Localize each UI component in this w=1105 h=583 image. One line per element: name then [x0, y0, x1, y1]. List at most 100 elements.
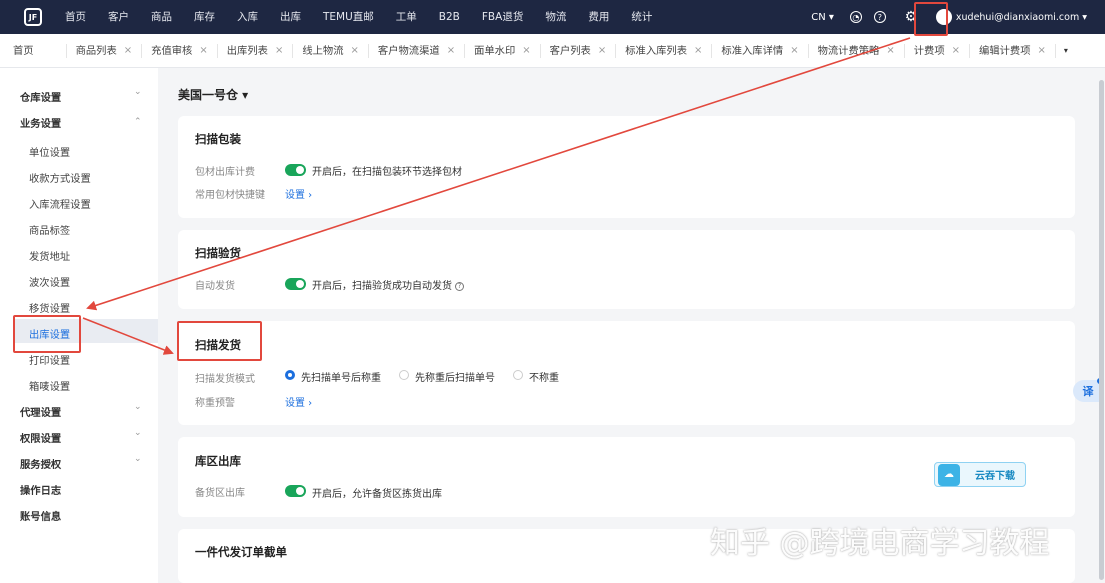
tab-label: 充值审核 [151, 44, 193, 57]
help-icon[interactable]: ? [873, 11, 886, 23]
sidebar-item-print[interactable]: 打印设置 [29, 352, 70, 367]
nav-item-fba-return[interactable]: FBA退货 [471, 0, 534, 34]
tab-customer-channels[interactable]: 客户物流渠道 × [369, 43, 466, 58]
close-icon[interactable]: × [598, 44, 606, 58]
logo-mark: JF [24, 8, 42, 26]
packing-billing-toggle[interactable] [285, 164, 306, 176]
page-scrollbar[interactable] [1099, 80, 1104, 580]
tab-label: 出库列表 [226, 44, 268, 57]
nav-item-outbound[interactable]: 出库 [269, 0, 312, 34]
radio-no-weigh[interactable] [513, 370, 523, 380]
close-icon[interactable]: × [351, 44, 359, 58]
nav-item-ticket[interactable]: 工单 [385, 0, 428, 34]
tab-label: 商品列表 [75, 44, 117, 57]
sidebar-group-business[interactable]: 业务设置 [20, 115, 61, 130]
tab-home[interactable]: 首页 [4, 43, 67, 58]
radio-scan-then-weigh[interactable] [285, 370, 295, 380]
sidebar-group-warehouse[interactable]: 仓库设置 [20, 89, 61, 104]
tab-outbound-list[interactable]: 出库列表 × [218, 43, 294, 58]
nav-item-home[interactable]: 首页 [54, 0, 97, 34]
tab-customer-list[interactable]: 客户列表 × [541, 43, 617, 58]
auto-ship-toggle[interactable] [285, 278, 306, 290]
close-icon[interactable]: × [886, 44, 894, 58]
nav-item-stats[interactable]: 统计 [620, 0, 663, 34]
user-menu[interactable]: xudehui@dianxiaomi.com ▾ [935, 9, 1087, 25]
nav-right: CN ▾ ◔ ? ⚙ xudehui@dianxiaomi.com ▾ [811, 0, 1105, 34]
tab-label: 面单水印 [474, 44, 516, 57]
logo[interactable]: JF [16, 0, 50, 34]
tab-fee-items[interactable]: 计费项 × [905, 43, 971, 58]
sidebar-item-payment-methods[interactable]: 收款方式设置 [29, 170, 91, 185]
sidebar-group-agent[interactable]: 代理设置 [20, 404, 61, 419]
nav-menu: 首页 客户 商品 库存 入库 出库 TEMU直邮 工单 B2B FBA退货 物流… [54, 0, 663, 34]
warehouse-select[interactable]: 美国一号仓 ▾ [178, 86, 248, 103]
chevron-down-icon[interactable]: ⌄ [134, 454, 142, 464]
close-icon[interactable]: × [1038, 44, 1046, 58]
tab-product-list[interactable]: 商品列表 × [67, 43, 143, 58]
nav-item-b2b[interactable]: B2B [428, 0, 471, 34]
nav-item-inbound[interactable]: 入库 [226, 0, 269, 34]
nav-item-product[interactable]: 商品 [140, 0, 183, 34]
tab-label: 首页 [13, 44, 34, 57]
chevron-down-icon[interactable]: ⌄ [134, 87, 142, 97]
nav-item-inventory[interactable]: 库存 [183, 0, 226, 34]
tab-logistics-pricing[interactable]: 物流计费策略 × [809, 43, 905, 58]
sidebar-group-log[interactable]: 操作日志 [20, 482, 61, 497]
tab-label: 客户列表 [549, 44, 591, 57]
radio-label: 先称重后扫描单号 [415, 373, 495, 384]
nav-item-fees[interactable]: 费用 [577, 0, 620, 34]
setting-description: 开启后，在扫描包装环节选择包材 [312, 167, 462, 178]
cloud-icon: ☁ [938, 463, 960, 486]
close-icon[interactable]: × [447, 44, 455, 58]
chevron-down-icon[interactable]: ⌄ [134, 428, 142, 438]
sidebar-group-account[interactable]: 账号信息 [20, 508, 61, 523]
sidebar-item-inbound-flow[interactable]: 入库流程设置 [29, 196, 91, 211]
sidebar-item-transfer[interactable]: 移货设置 [29, 300, 70, 315]
tab-online-logistics[interactable]: 线上物流 × [293, 43, 369, 58]
tab-label: 线上物流 [302, 44, 344, 57]
sidebar-item-units[interactable]: 单位设置 [29, 144, 70, 159]
tab-std-inbound-list[interactable]: 标准入库列表 × [616, 43, 713, 58]
stock-zone-outbound-toggle[interactable] [285, 485, 306, 497]
nav-item-customer[interactable]: 客户 [97, 0, 140, 34]
sidebar-item-wave[interactable]: 波次设置 [29, 274, 70, 289]
chevron-up-icon[interactable]: ⌃ [134, 117, 142, 127]
tab-label-watermark[interactable]: 面单水印 × [465, 43, 541, 58]
packing-shortcut-settings-link[interactable]: 设置 › [285, 186, 312, 201]
radio-weigh-then-scan[interactable] [399, 370, 409, 380]
card-title: 一件代发订单截单 [195, 545, 287, 559]
close-icon[interactable]: × [275, 44, 283, 58]
nav-item-temu[interactable]: TEMU直邮 [312, 0, 385, 34]
chevron-down-icon[interactable]: ⌄ [134, 402, 142, 412]
close-icon[interactable]: × [522, 44, 530, 58]
card-scan-ship: 扫描发货 扫描发货模式 先扫描单号后称重 先称重后扫描单号 不称重 称重预警 设… [178, 321, 1075, 425]
close-icon[interactable]: × [790, 44, 798, 58]
sidebar-item-ship-address[interactable]: 发货地址 [29, 248, 70, 263]
sidebar-item-carton-mark[interactable]: 箱唛设置 [29, 378, 70, 393]
language-select[interactable]: CN ▾ [811, 12, 834, 23]
tab-label: 物流计费策略 [817, 44, 880, 57]
close-icon[interactable]: × [694, 44, 702, 58]
tab-std-inbound-detail[interactable]: 标准入库详情 × [712, 43, 809, 58]
sidebar-group-permission[interactable]: 权限设置 [20, 430, 61, 445]
tabs-more-icon[interactable]: ▾ [1064, 46, 1068, 55]
close-icon[interactable]: × [952, 44, 960, 58]
sidebar-item-product-labels[interactable]: 商品标签 [29, 222, 70, 237]
help-icon[interactable]: ? [455, 281, 464, 291]
close-icon[interactable]: × [124, 44, 132, 58]
clock-icon[interactable]: ◔ [849, 11, 862, 23]
card-title: 库区出库 [195, 454, 241, 468]
setting-description: 开启后，扫描验货成功自动发货? [312, 277, 464, 292]
weight-warning-settings-link[interactable]: 设置 › [285, 394, 312, 409]
close-icon[interactable]: × [199, 44, 207, 58]
sidebar-group-service[interactable]: 服务授权 [20, 456, 61, 471]
cloud-download-button[interactable]: ☁ 云吞下载 [934, 462, 1026, 487]
highlight-outbound-settings-box [13, 315, 81, 353]
setting-label: 常用包材快捷键 [195, 190, 265, 201]
watermark: 知乎 @跨境电商学习教程 [710, 526, 1050, 561]
nav-item-logistics[interactable]: 物流 [534, 0, 577, 34]
tab-edit-fee-item[interactable]: 编辑计费项 × [970, 43, 1056, 58]
setting-label: 称重预警 [195, 398, 235, 409]
card-scan-check: 扫描验货 自动发货 开启后，扫描验货成功自动发货? [178, 230, 1075, 309]
tab-recharge-review[interactable]: 充值审核 × [142, 43, 218, 58]
